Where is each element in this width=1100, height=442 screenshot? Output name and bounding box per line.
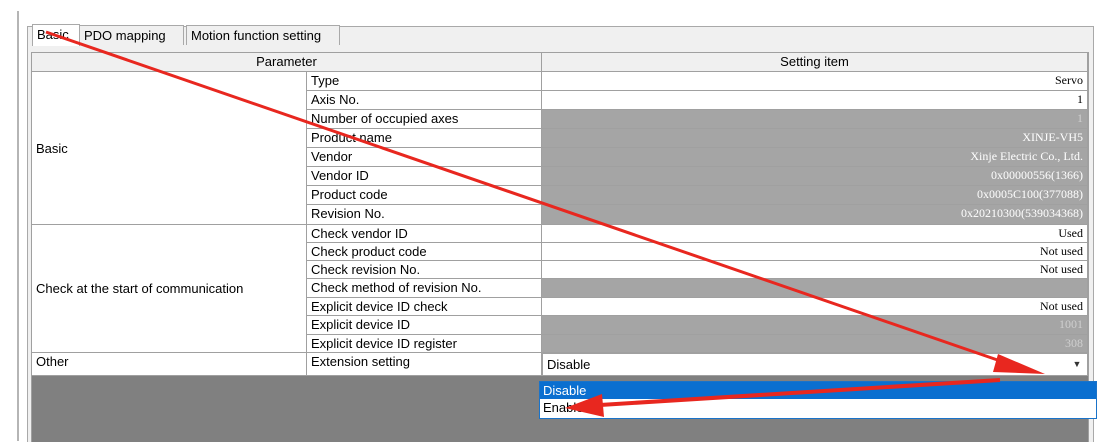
row-value: XINJE-VH5: [542, 129, 1088, 148]
tab-basic[interactable]: Basic: [32, 24, 80, 46]
row-value[interactable]: 1: [542, 91, 1088, 110]
group-basic: Basic: [32, 72, 307, 225]
row-value: 1001: [542, 316, 1088, 335]
group-basic-label: Basic: [36, 140, 68, 156]
row-value[interactable]: Servo: [542, 72, 1088, 91]
row-value: 0x0005C100(377088): [542, 186, 1088, 205]
row-value: Xinje Electric Co., Ltd.: [542, 148, 1088, 167]
row-value[interactable]: Not used: [542, 298, 1088, 316]
row-label: Check revision No.: [307, 261, 542, 279]
tab-pdo-mapping[interactable]: PDO mapping: [79, 25, 184, 45]
column-header-setting-item: Setting item: [542, 53, 1088, 72]
row-value: [542, 279, 1088, 298]
dropdown-option-enable[interactable]: Enable: [540, 399, 1096, 416]
row-value: 0x20210300(539034368): [542, 205, 1088, 225]
row-label: Product name: [307, 129, 542, 148]
row-label: Explicit device ID check: [307, 298, 542, 316]
tab-motion-function-setting[interactable]: Motion function setting: [186, 25, 340, 45]
row-label: Check product code: [307, 243, 542, 261]
row-label: Product code: [307, 186, 542, 205]
group-check-at-start: Check at the start of communication: [32, 225, 307, 353]
row-label: Extension setting: [307, 353, 542, 376]
row-label: Vendor: [307, 148, 542, 167]
combobox-value: Disable: [547, 357, 591, 372]
row-value: 0x00000556(1366): [542, 167, 1088, 186]
row-label: Axis No.: [307, 91, 542, 110]
row-label: Explicit device ID register: [307, 335, 542, 353]
row-label: Explicit device ID: [307, 316, 542, 335]
chevron-down-icon[interactable]: ▼: [1067, 354, 1087, 375]
left-panel-border: [17, 11, 19, 441]
extension-setting-dropdown-list: Disable Enable: [539, 381, 1097, 419]
extension-setting-combobox[interactable]: Disable ▼: [542, 353, 1088, 376]
row-label: Revision No.: [307, 205, 542, 225]
row-value: 308: [542, 335, 1088, 353]
row-value: 1: [542, 110, 1088, 129]
row-label: Number of occupied axes: [307, 110, 542, 129]
row-label: Type: [307, 72, 542, 91]
row-value[interactable]: Not used: [542, 261, 1088, 279]
group-check-label: Check at the start of communication: [36, 281, 244, 296]
group-other-label: Other: [36, 354, 69, 369]
row-label: Check method of revision No.: [307, 279, 542, 298]
row-value[interactable]: Not used: [542, 243, 1088, 261]
row-label: Vendor ID: [307, 167, 542, 186]
group-other: Other: [32, 353, 307, 376]
row-label: Check vendor ID: [307, 225, 542, 243]
dropdown-option-disable[interactable]: Disable: [540, 382, 1096, 399]
column-header-parameter: Parameter: [32, 53, 542, 72]
row-value[interactable]: Used: [542, 225, 1088, 243]
